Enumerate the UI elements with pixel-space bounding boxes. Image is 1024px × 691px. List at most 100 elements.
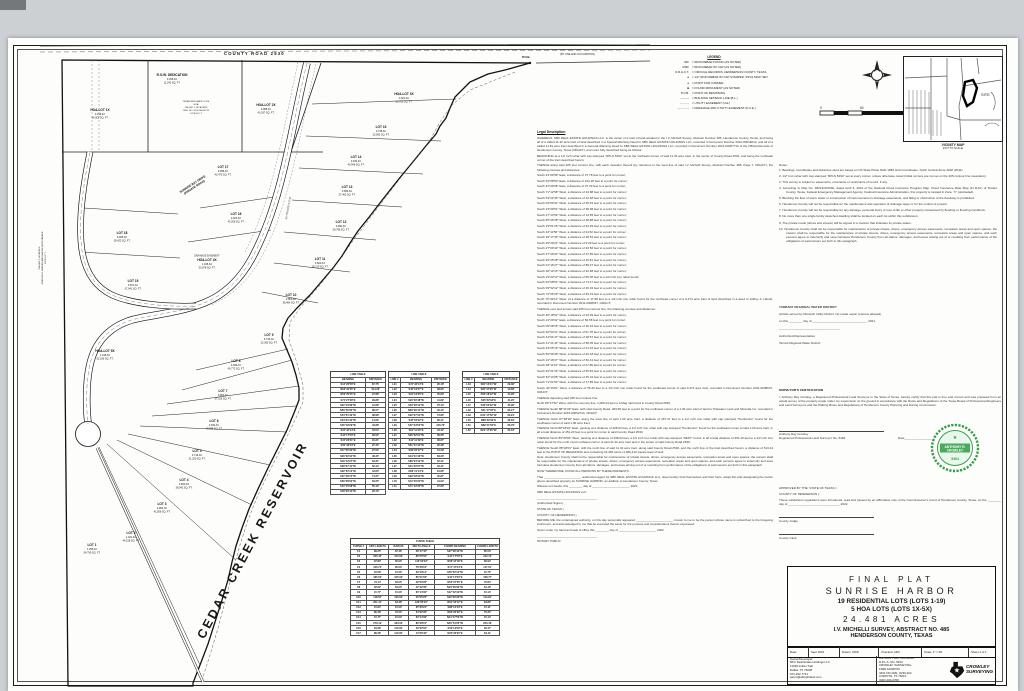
lot-label: LOT 9 0.743 AC 32,365 SQ. FT. [261, 333, 278, 345]
legend-item: CIRF = IRON REBAR W/ CAP (AS NOTED) [643, 66, 785, 70]
legal-description-line: South 48°11′13″ West, a distance of 47.8… [537, 363, 773, 367]
legal-description-line: THENCE over and across said 325 foot con… [537, 307, 773, 311]
title-county-state: HENDERSON COUNTY, TEXAS [788, 633, 995, 639]
line-table-3: LINE TABLE LINE # BEARING DISTANCE L43S8… [462, 371, 520, 434]
legal-description-line: South 46°18′52″ West, a distance of 24.2… [537, 313, 773, 317]
title-block-bottom-row: Owner/Developer:BKU Real Estate Holdings… [787, 656, 996, 685]
svg-text:LOT 3: LOT 3 [157, 502, 166, 506]
lot-label: HOA-LOT 1X 2.158 AC 94,002 SQ. FT. [90, 108, 110, 120]
title-subdivision-name: SUNRISE HARBOR [788, 586, 995, 596]
certification-date-line: Date________________ [898, 436, 932, 440]
note-item: 10. Henderson County shall not be respon… [779, 228, 997, 244]
water-district-line: TARRANT REGIONAL WATER DISTRICT [779, 306, 997, 310]
legal-description-line: South 44°11′56″ West, a distance of 34.5… [537, 230, 773, 234]
legal-description-line: THENCE along said 325 foot contour line,… [537, 163, 773, 171]
hoa-tract-lines [62, 60, 323, 152]
county-road-north-edge [40, 44, 650, 46]
legal-description-line: South 48°12′15″ West, a distance of 22.6… [537, 269, 773, 273]
screenshot-stage: P.O.B. COUNTY ROAD 2530 (BY USE AND OCCU… [0, 0, 1024, 691]
center-tract-label: TEXAS NEW WAVE COVE HOA CALLED 1.192 ACR… [183, 100, 210, 115]
legal-description-line: South 44°09′58″ East, a distance of 37.7… [537, 173, 773, 177]
notes-heading: Notes: [779, 163, 997, 167]
svg-text:HOA-LOT 3X: HOA-LOT 3X [394, 92, 414, 96]
legend-definition: = OFFICIAL RECORDS, HENDERSON COUNTY, TE… [692, 71, 785, 75]
table-row: L41S71°12′32″W27.80′ [389, 484, 450, 489]
legend-item: IRF = IRON REBAR FOUND (AS NOTED) [643, 61, 785, 65]
svg-text:O.P.R.H.C.T.: O.P.R.H.C.T. [190, 113, 203, 115]
svg-text:HOA-LOT 2X: HOA-LOT 2X [256, 103, 276, 107]
lot-label: HOA-LOT 3X 0.821 AC 35,763 SQ. FT. [394, 92, 414, 104]
note-item: 9. The private roads (drives and streets… [779, 222, 997, 226]
line-table-1: LINE TABLE BEARING DISTANCE S14°26′56″E8… [330, 371, 386, 495]
cul-de-sac-bulb [76, 422, 101, 447]
legend-symbol: IRF [643, 61, 692, 65]
svg-text:LOT 14: LOT 14 [351, 155, 362, 159]
lot-label: LOT 6 0.934 AC 40,685 SQ. FT. [206, 419, 223, 431]
legal-description-line: South 46°21′16″ West, a distance of 55.8… [537, 369, 773, 373]
title-residential-lots: 19 RESIDENTIAL LOTS (LOTS 1-19) [788, 598, 995, 605]
svg-text:CALLED 1.192 ACRES: CALLED 1.192 ACRES [185, 106, 208, 109]
reservoir-label: CEDAR CREEK RESERVOIR [194, 439, 310, 641]
svg-text:★: ★ [954, 666, 960, 675]
svg-text:32,365 SQ. FT.: 32,365 SQ. FT. [261, 342, 278, 345]
lot-label: LOT 16 0.923 AC 40,206 SQ. FT. [228, 212, 245, 224]
legal-description-line: WHEREAS, SBK REAL ESTATE HOLDINGS LLC, i… [537, 136, 773, 152]
legal-description-line: (Authorized Signer) [537, 501, 773, 505]
surveyor-certification-heading: SURVEYOR’S CERTIFICATION [779, 388, 1001, 392]
legal-description-line: South 71°01′52″ West, a distance of 17.8… [537, 380, 773, 384]
surveyor-title: Registered Professional Land Surveyor No… [779, 436, 884, 440]
legend-item: ● = POINT FOR CORNER [643, 82, 785, 86]
pob-marker [529, 62, 531, 64]
legal-description-line: South 62°08′51″ West, a distance of 74.4… [537, 280, 773, 284]
svg-text:11,242 SQ. FT.: 11,242 SQ. FT. [164, 82, 181, 85]
county-road-south-edge [536, 61, 650, 63]
svg-text:CALLED 5.105 ACRES: CALLED 5.105 ACRES [38, 246, 41, 269]
svg-text:LOT 16: LOT 16 [231, 212, 242, 216]
legal-description-column: Legal Description WHEREAS, SBK REAL ESTA… [537, 130, 773, 682]
surveyor-cell: ANTHONY RAY CROWLEYR.P.L.S. NO. 5494CROW… [877, 656, 995, 684]
legal-description-line: ____________________________________ [537, 496, 773, 500]
svg-text:INST. NO. 2019-00016713: INST. NO. 2019-00016713 [183, 110, 210, 112]
svg-text:LOT 10: LOT 10 [286, 293, 297, 297]
svg-text:O.P.R.H.C.T.: O.P.R.H.C.T. [45, 251, 47, 264]
svg-text:LOT 6: LOT 6 [209, 419, 218, 423]
svg-text:LOT 11: LOT 11 [315, 257, 326, 261]
legal-description-line: South 71°12′58″ West, a distance of 24.8… [537, 190, 773, 194]
lot-label: DRAINAGE EASEMENT HOA-LOT 4X 1.168 AC 50… [194, 255, 220, 270]
pob-label: P.O.B. [522, 55, 530, 59]
note-item: 2. 1/2″ iron rebar with cap stamped “RPL… [779, 175, 997, 179]
note-item: 8. No more than one single family detach… [779, 215, 997, 219]
legal-description-line: THENCE North 89°30′06″ West, passing at … [537, 436, 773, 444]
svg-text:0: 0 [820, 106, 822, 110]
legal-description-line: South 30°54′11″ West, a distance of 51.7… [537, 330, 773, 334]
lot-label: LOT 4 0.894 AC 38,942 SQ. FT. [176, 478, 193, 490]
county-road-label: COUNTY ROAD 2530 [224, 51, 285, 56]
legend-symbol: P.O.B. [643, 92, 692, 96]
svg-text:40,772 SQ. FT.: 40,772 SQ. FT. [228, 368, 245, 371]
table-row: S48°30′44″W29.73′ [331, 489, 386, 494]
legal-description-line: South 43°05′16″ West, a distance of 41.0… [537, 346, 773, 350]
legal-description-line: South 53°22′46″ West, a distance of 12.6… [537, 196, 773, 200]
svg-text:41,556 SQ. FT.: 41,556 SQ. FT. [154, 511, 171, 514]
svg-text:LOT 7: LOT 7 [218, 389, 227, 393]
curve-table: CURVE TABLE CURVE # ARC LENGTH RADIUS DE… [350, 538, 500, 636]
table-row: L52N21°17′05″W63.18′ [463, 428, 520, 433]
svg-text:40,946 SQ. FT.: 40,946 SQ. FT. [348, 164, 365, 167]
title-acreage: 24.481 ACRES [788, 615, 995, 624]
vicinity-map-subcaption: (NOT TO SCALE) [903, 147, 1003, 150]
approval-line: These subdivision regulations were intro… [779, 498, 1001, 506]
legal-description-line: South 52°14′05″ West, a distance of 45.2… [537, 375, 773, 379]
surveyor-seal: ANTHONY R. CROWLEY 5494 ★ [928, 421, 982, 475]
legend-symbol: CIRF [643, 66, 692, 70]
svg-text:R.O.W. DEDICATION: R.O.W. DEDICATION [157, 73, 188, 77]
west-owner-label: CALLED 5.105 ACRES JERROLD D. PARKER AND… [38, 231, 47, 284]
legal-description-line: South 01°16′27″ West, a distance of 89.2… [537, 263, 773, 267]
legal-description-line: NOW THEREFORE, KNOW ALL PERSONS BY THESE… [537, 469, 773, 473]
lot-label: LOT 17 0.998 AC 43,473 SQ. FT. [215, 165, 232, 177]
legal-description-line: South 40°15′01″ West, a distance of 56.4… [537, 386, 773, 394]
svg-text:50,878 SQ. FT.: 50,878 SQ. FT. [199, 267, 216, 270]
svg-text:38,464 SQ. FT.: 38,464 SQ. FT. [283, 302, 300, 305]
legal-description-line: BEGINNING at a 1/2 inch rebar with cap s… [537, 154, 773, 162]
legend-symbol: O.R.H.C.T. [643, 71, 692, 75]
road-diagonal-label: SUNRISE BAY DRIVE (PRIVATE ROAD) [179, 174, 208, 197]
